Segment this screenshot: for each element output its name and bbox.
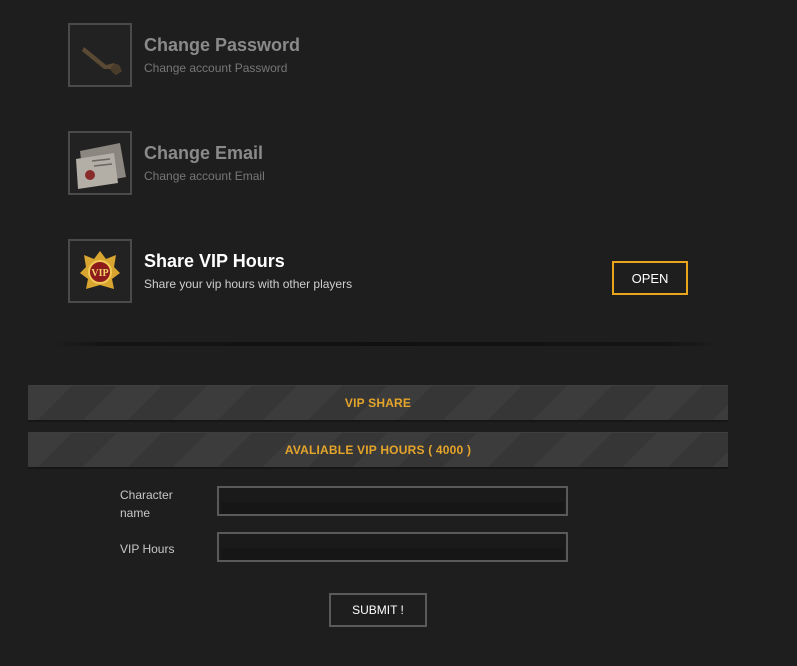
vip-hours-label: VIP Hours: [120, 542, 175, 556]
divider: [52, 342, 720, 346]
character-name-field[interactable]: [217, 486, 568, 516]
open-button[interactable]: OPEN: [612, 261, 688, 295]
letter-icon: [68, 131, 132, 195]
option-subtitle: Change account Email: [144, 169, 265, 183]
character-name-label: Character name: [120, 488, 173, 520]
option-subtitle: Share your vip hours with other players: [144, 277, 353, 291]
vip-hours-field[interactable]: [217, 532, 568, 562]
svg-text:VIP: VIP: [91, 268, 108, 279]
vip-hours-input[interactable]: [219, 534, 566, 560]
option-title: Change Password: [144, 35, 301, 55]
key-icon: [68, 23, 132, 87]
vip-share-header: VIP SHARE: [28, 385, 728, 422]
character-name-input[interactable]: [219, 488, 566, 514]
submit-button[interactable]: SUBMIT !: [329, 593, 427, 627]
option-change-password[interactable]: Change Password Change account Password: [68, 23, 708, 87]
available-vip-hours: AVALIABLE VIP HOURS ( 4000 ): [28, 432, 728, 469]
vip-badge-icon: VIP: [68, 239, 132, 303]
option-title: Share VIP Hours: [144, 251, 285, 271]
option-change-email[interactable]: Change Email Change account Email: [68, 131, 708, 195]
option-title: Change Email: [144, 143, 264, 163]
option-subtitle: Change account Password: [144, 61, 288, 75]
